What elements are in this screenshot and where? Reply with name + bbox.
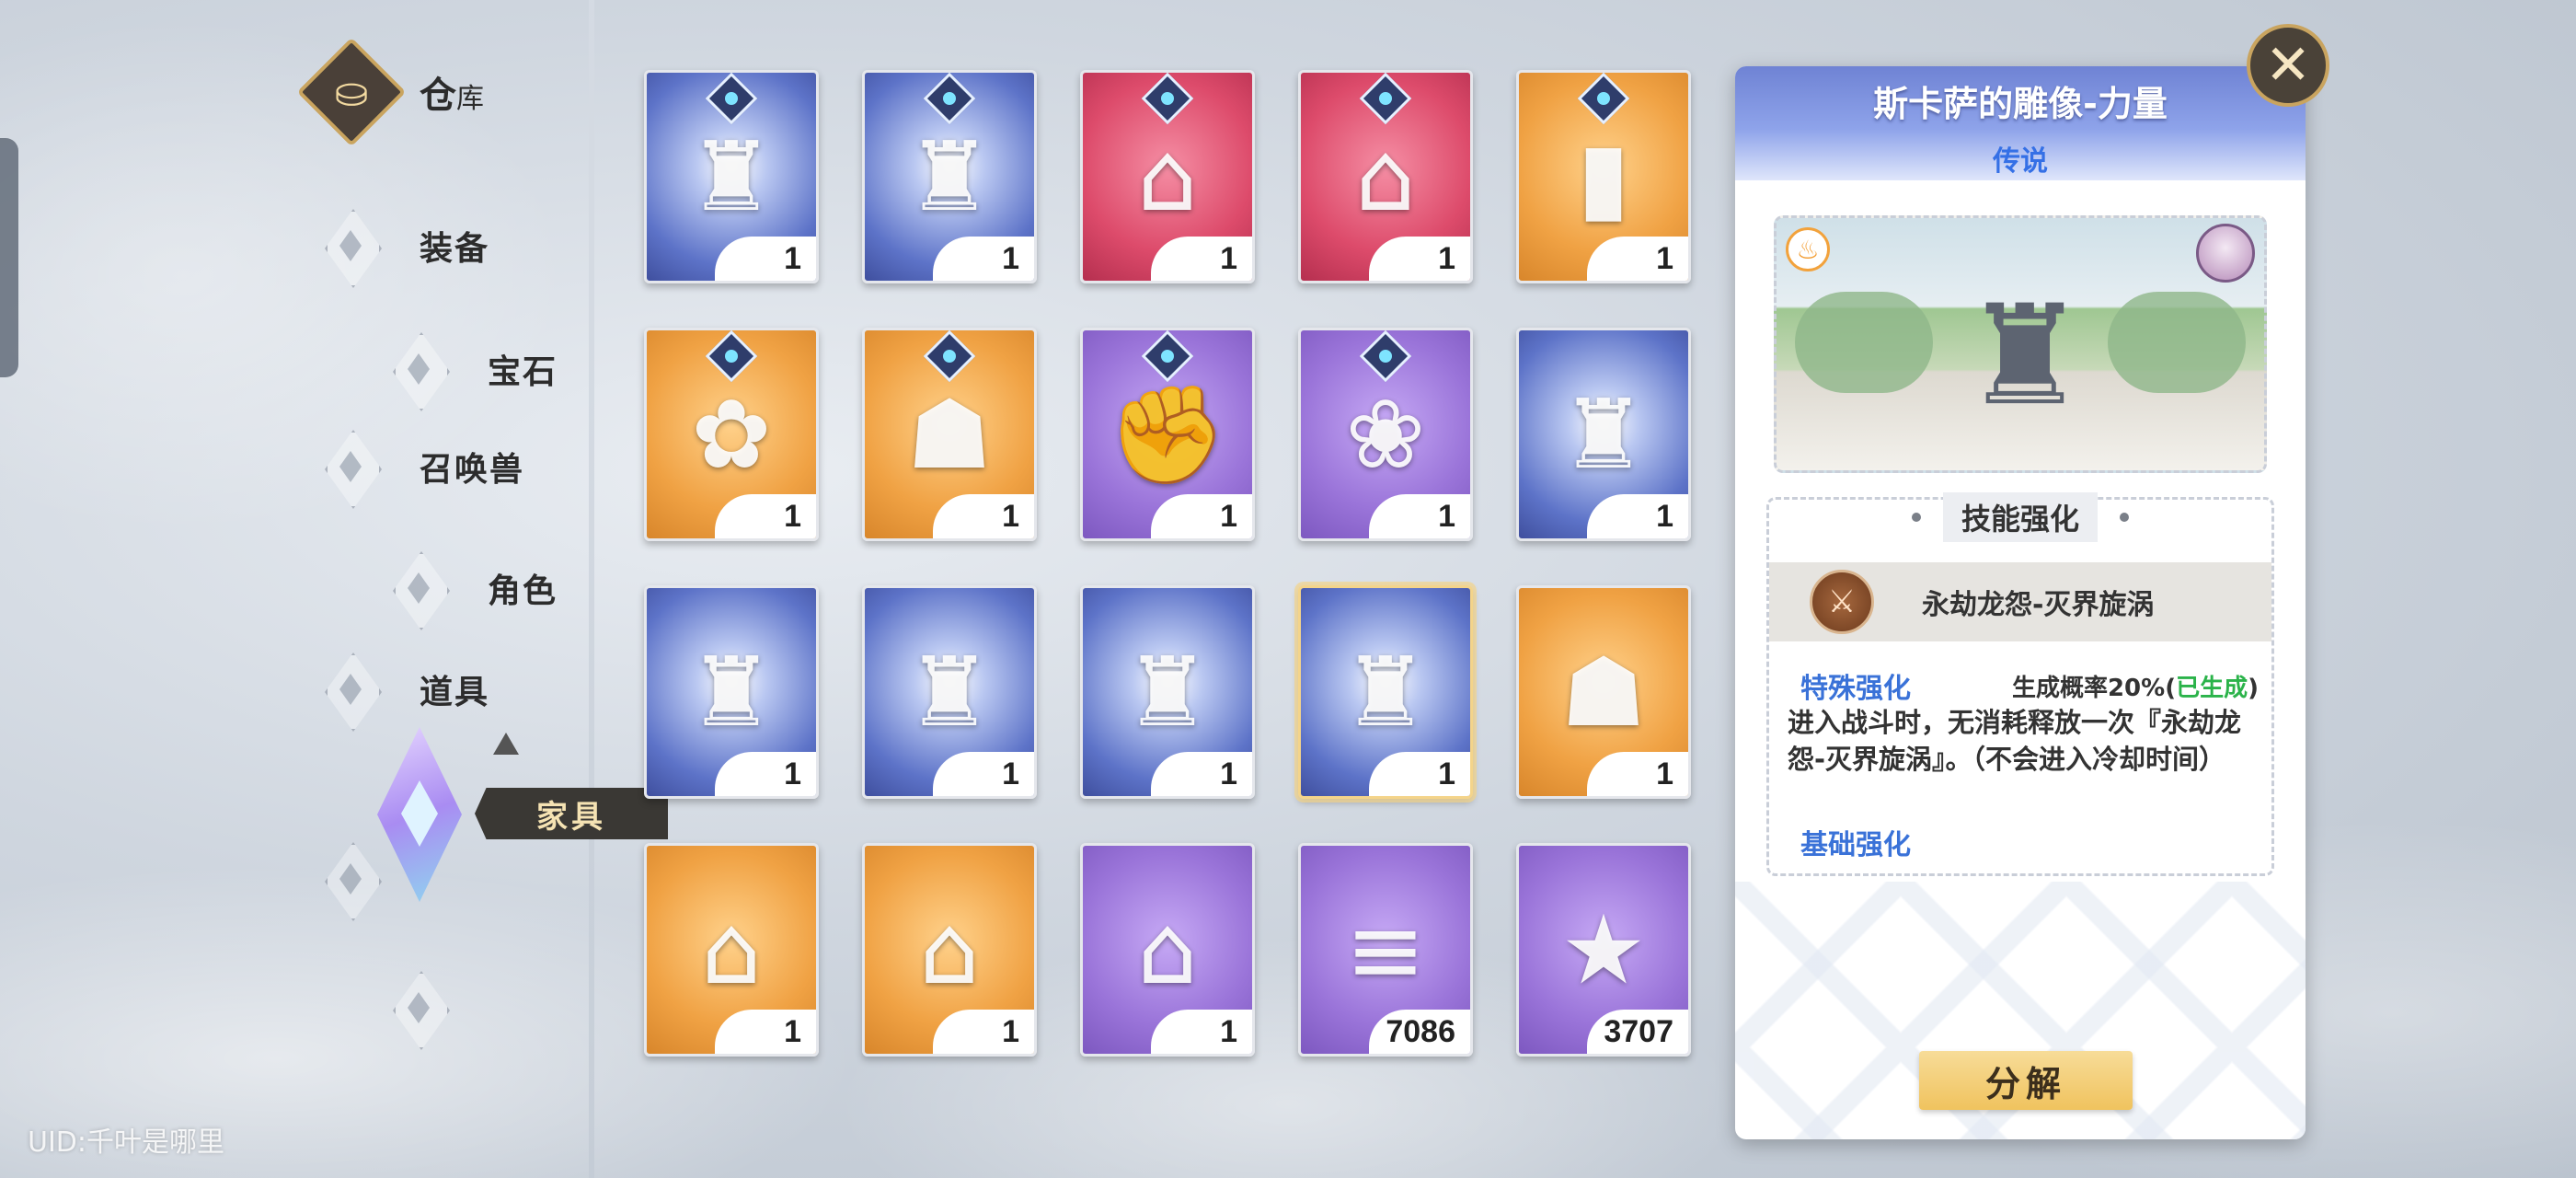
- sidebar-divider: [589, 0, 594, 1178]
- skill-enhance-box: 技能强化 ⚔ 永劫龙怨-灭界旋涡 特殊强化 生成概率20%(已生成) 进入战斗时…: [1766, 492, 2274, 876]
- decompose-button[interactable]: 分解: [1919, 1051, 2133, 1110]
- special-enhance-label: 特殊强化: [1800, 673, 1911, 705]
- close-button[interactable]: ✕: [2247, 24, 2329, 107]
- special-enhance-status: 生成概率20%(已生成): [2012, 669, 2259, 703]
- item-card-mansion-red[interactable]: ⌂ 1: [1080, 70, 1255, 283]
- skill-section-header: 技能强化: [1769, 492, 2271, 542]
- diamond-icon: [368, 318, 469, 420]
- item-count: 1: [1151, 494, 1252, 538]
- expand-arrow-icon: [493, 733, 519, 755]
- item-card-statue-blue-orange[interactable]: ♜ 1: [644, 70, 819, 283]
- item-card-statue-blue-gold[interactable]: ♜ 1: [862, 70, 1037, 283]
- diamond-icon: [368, 537, 469, 639]
- item-card-statue-skadi-selected[interactable]: ♜ 1: [1298, 585, 1473, 799]
- character-avatar: [2196, 224, 2255, 283]
- tree-decoration: [1795, 292, 1933, 393]
- item-count: 1: [1369, 237, 1470, 281]
- item-count: 7086: [1369, 1010, 1470, 1054]
- sidebar-item-characters[interactable]: 角色: [368, 537, 558, 639]
- diamond-icon: [368, 957, 469, 1058]
- item-card-statue-witch-orange[interactable]: ♜ 1: [644, 585, 819, 799]
- item-count: 1: [715, 494, 816, 538]
- item-count: 1: [1587, 494, 1688, 538]
- item-card-bakery[interactable]: ⌂ 1: [1080, 843, 1255, 1057]
- diamond-icon: [300, 828, 401, 930]
- edge-handle[interactable]: [0, 138, 18, 377]
- statue-icon: ♜: [1962, 276, 2087, 436]
- item-card-flower-shop-2[interactable]: ⌂ 1: [862, 843, 1037, 1057]
- fire-element-icon: ♨: [1786, 227, 1830, 271]
- warehouse-title-small: 库: [456, 83, 484, 115]
- item-card-statue-blue-ice[interactable]: ♜ 1: [1516, 328, 1691, 541]
- item-card-statue-witch-red[interactable]: ♜ 1: [862, 585, 1037, 799]
- item-count: 1: [1587, 752, 1688, 796]
- item-count: 1: [1151, 237, 1252, 281]
- rarity-label: 传说: [1993, 145, 2048, 178]
- active-category-label: 家具: [475, 788, 668, 839]
- item-card-flower-fence[interactable]: ✿ 1: [644, 328, 819, 541]
- item-count: 1: [715, 1010, 816, 1054]
- item-card-oni-board[interactable]: ☗ 1: [862, 328, 1037, 541]
- special-enhance-description: 进入战斗时，无消耗释放一次『永劫龙怨-灭界旋涡』。（不会进入冷却时间）: [1788, 707, 2242, 775]
- status-suffix: ): [2248, 675, 2259, 702]
- warehouse-title-main: 仓: [420, 75, 456, 117]
- item-detail-panel: 斯卡萨的雕像-力量 传说 ♜ ♨ 技能强化 ⚔ 永劫龙怨-灭界旋涡 特殊强化 生…: [1735, 66, 2306, 1139]
- basic-enhance-label: 基础强化: [1800, 829, 1911, 861]
- warehouse-header: ⛀ 仓库: [296, 37, 484, 147]
- item-count: 1: [933, 752, 1034, 796]
- item-count: 1: [1587, 237, 1688, 281]
- item-count: 1: [715, 237, 816, 281]
- item-card-flower-planter[interactable]: ❀ 1: [1298, 328, 1473, 541]
- sidebar-item-gems[interactable]: 宝石: [368, 318, 558, 420]
- item-card-logs[interactable]: ≡ 7086: [1298, 843, 1473, 1057]
- item-count: 1: [933, 1010, 1034, 1054]
- item-count: 1: [1369, 752, 1470, 796]
- sidebar-item-label: 装备: [420, 230, 490, 268]
- bag-icon: ⛀: [296, 37, 407, 147]
- warehouse-title: 仓库: [420, 65, 484, 119]
- sidebar-item-label: 角色: [488, 572, 558, 610]
- sidebar-item-empty-2[interactable]: [368, 957, 469, 1058]
- status-value: 已生成: [2176, 675, 2248, 702]
- item-count: 1: [1151, 752, 1252, 796]
- skill-name: 永劫龙怨-灭界旋涡: [1922, 589, 2155, 621]
- sidebar-item-empty-1[interactable]: [300, 828, 401, 930]
- item-title: 斯卡萨的雕像-力量: [1873, 84, 2168, 124]
- bullet-dot: [1911, 513, 1921, 522]
- item-count: 1: [933, 494, 1034, 538]
- sidebar-item-label: 召唤兽: [420, 451, 525, 489]
- item-card-star-crystal[interactable]: ★ 3707: [1516, 843, 1691, 1057]
- sword-skill-icon: ⚔: [1810, 570, 1874, 634]
- item-count: 1: [1151, 1010, 1252, 1054]
- bullet-dot: [2120, 513, 2129, 522]
- sidebar-item-equipment[interactable]: 装备: [300, 195, 489, 296]
- item-card-mansion-red-2[interactable]: ⌂ 1: [1298, 70, 1473, 283]
- sidebar-item-items[interactable]: 道具: [300, 639, 489, 740]
- item-count: 1: [933, 237, 1034, 281]
- skill-section-title: 技能强化: [1942, 492, 2098, 542]
- status-prefix: 生成概率20%(: [2011, 675, 2177, 702]
- diamond-icon: [300, 416, 401, 517]
- skill-row: ⚔ 永劫龙怨-灭界旋涡: [1769, 562, 2271, 641]
- item-count: 1: [1369, 494, 1470, 538]
- item-card-fist-statue[interactable]: ✊ 1: [1080, 328, 1255, 541]
- item-card-obelisk[interactable]: ▮ 1: [1516, 70, 1691, 283]
- sidebar-item-label: 宝石: [488, 353, 558, 391]
- item-card-flower-shop[interactable]: ⌂ 1: [644, 843, 819, 1057]
- item-card-oni-board-2[interactable]: ☗ 1: [1516, 585, 1691, 799]
- diamond-icon: [300, 195, 401, 296]
- item-card-statue-armor-gold[interactable]: ♜ 1: [1080, 585, 1255, 799]
- panel-header: 斯卡萨的雕像-力量 传说: [1735, 66, 2306, 180]
- item-count: 1: [715, 752, 816, 796]
- sidebar-item-label: 道具: [420, 674, 490, 711]
- item-preview: ♜ ♨: [1774, 215, 2267, 473]
- diamond-icon: [300, 639, 401, 740]
- sidebar-item-summons[interactable]: 召唤兽: [300, 416, 524, 517]
- inventory-grid: ♜ 1 ♜ 1 ⌂ 1 ⌂ 1 ▮ 1 ✿ 1 ☗ 1 ✊ 1 ❀ 1 ♜ 1 ♜ 1 ♜ 1 ♜ 1 ♜ 1 ☗ 1 ⌂ 1 ⌂ 1 ⌂ 1 ≡ 708…: [644, 70, 1691, 1057]
- tree-decoration: [2108, 292, 2246, 393]
- item-count: 3707: [1587, 1010, 1688, 1054]
- uid-label: UID:千叶是哪里: [28, 1126, 225, 1159]
